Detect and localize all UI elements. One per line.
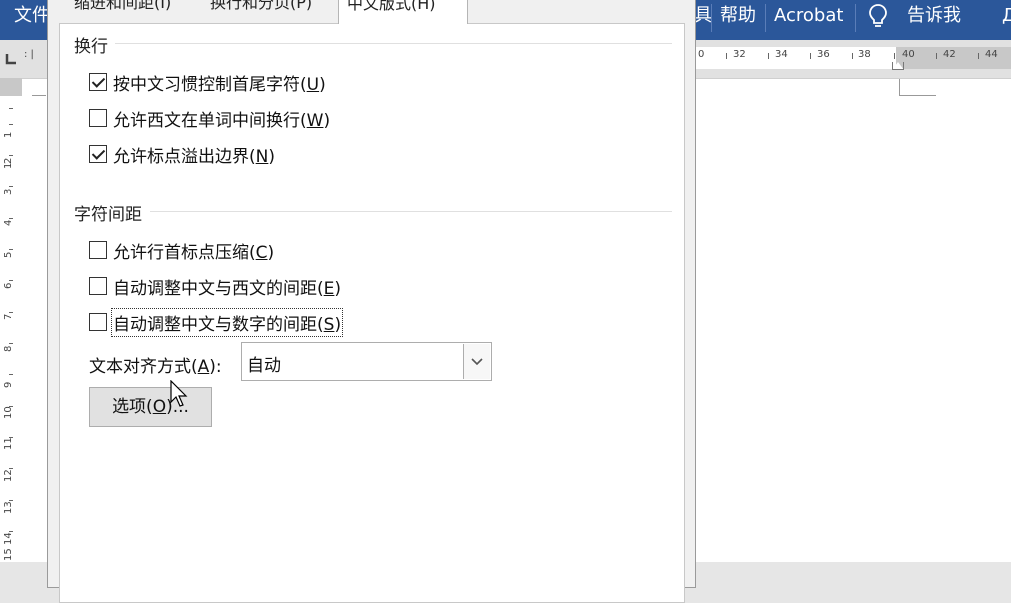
ruler-number: 13 <box>3 501 14 514</box>
checkbox-chinese-first-last-chars[interactable]: 按中文习惯控制首尾字符(U) <box>89 70 326 95</box>
ruler-number: 2 <box>3 157 14 164</box>
checkbox-unchecked-icon[interactable] <box>89 109 107 127</box>
checkbox-checked-icon[interactable] <box>89 73 107 91</box>
asian-typography-panel: 换行 按中文习惯控制首尾字符(U) 允许西文在单词中间换行(W) 允许标点溢出边… <box>59 23 685 603</box>
file-tab[interactable]: 文件 <box>14 4 50 28</box>
ruler-number: 7 <box>3 313 14 320</box>
ruler-tick <box>9 374 13 375</box>
group-divider <box>150 211 672 212</box>
ruler-number: 4 <box>3 219 14 226</box>
ruler-number: 34 <box>775 49 788 60</box>
top-left-margin-mark <box>32 79 46 96</box>
ruler-number: 38 <box>858 49 871 60</box>
help-tab[interactable]: 帮助 <box>720 4 756 28</box>
checkbox-latin-word-wrap[interactable]: 允许西文在单词中间换行(W) <box>89 106 331 131</box>
ruler-number: 32 <box>733 49 746 60</box>
ruler-number: 8 <box>3 345 14 352</box>
group-title-line-break: 换行 <box>74 37 108 57</box>
group-divider <box>115 43 672 44</box>
tab-line-page-breaks[interactable]: 换行和分页(P) <box>202 0 330 24</box>
checkbox-unchecked-icon[interactable] <box>89 277 107 295</box>
ruler-number: 5 <box>3 251 14 258</box>
text-alignment-value: 自动 <box>247 356 281 376</box>
ribbon-separator <box>765 4 766 32</box>
ruler-number: 42 <box>943 49 956 60</box>
ruler-tick <box>810 53 811 59</box>
text-alignment-select[interactable]: 自动 <box>241 342 492 381</box>
ribbon-separator <box>711 4 712 32</box>
lightbulb-icon[interactable] <box>868 3 888 36</box>
ruler-number: 0 <box>698 49 705 60</box>
ruler-tick <box>9 249 13 250</box>
ribbon-separator <box>855 4 856 32</box>
tab-asian-typography[interactable]: 中文版式(H) <box>338 0 468 24</box>
checkbox-hanging-punctuation[interactable]: 允许标点溢出边界(N) <box>89 142 275 167</box>
ruler-tick <box>9 186 13 187</box>
ruler-number: 1 <box>3 131 14 138</box>
ruler-tick <box>936 53 937 59</box>
ruler-tick <box>9 343 13 344</box>
ruler-number: 6 <box>3 282 14 289</box>
ruler-number: 44 <box>985 49 998 60</box>
ribbon-tab-partial[interactable]: 具 <box>694 4 712 28</box>
ruler-tick <box>978 53 979 59</box>
checkbox-unchecked-icon[interactable] <box>89 241 107 259</box>
share-icon[interactable]: Д <box>1002 4 1011 28</box>
dropdown-button[interactable] <box>463 344 490 379</box>
checkbox-label: 自动调整中文与西文的间距(E) <box>113 278 342 299</box>
checkbox-label: 按中文习惯控制首尾字符(U) <box>113 74 326 95</box>
ruler-number-partial: : | <box>24 49 34 60</box>
acrobat-tab[interactable]: Acrobat <box>774 4 843 28</box>
ruler-tick <box>726 53 727 59</box>
checkbox-label: 允许西文在单词中间换行(W) <box>113 110 331 131</box>
tab-indent-spacing[interactable]: 缩进和间距(I) <box>66 0 196 24</box>
tell-me-search[interactable]: 告诉我 <box>907 4 961 28</box>
checkbox-label: 允许行首标点压缩(C) <box>113 242 275 263</box>
ruler-number: 11 <box>3 437 14 450</box>
tab-label: 中文版式(H) <box>347 0 436 13</box>
paragraph-dialog: 缩进和间距(I) 换行和分页(P) 换行 按中文习惯控制首尾字符(U) 允许西文… <box>47 0 696 603</box>
ruler-number: 12 <box>3 469 14 482</box>
text-alignment-label: 文本对齐方式(A): <box>89 357 222 377</box>
top-right-margin-mark <box>899 79 936 96</box>
ruler-tick <box>9 280 13 281</box>
checkbox-label: 自动调整中文与数字的间距(S) <box>110 307 344 337</box>
ruler-number: 14 <box>3 532 14 545</box>
checkbox-space-asian-numbers[interactable]: 自动调整中文与数字的间距(S) <box>89 307 344 337</box>
checkbox-label: 允许标点溢出边界(N) <box>113 146 275 167</box>
checkbox-space-asian-latin[interactable]: 自动调整中文与西文的间距(E) <box>89 274 342 299</box>
ruler-number: 40 <box>902 49 915 60</box>
ruler-tick <box>9 108 13 109</box>
mouse-cursor-icon <box>170 380 188 407</box>
tab-label: 换行和分页(P) <box>210 0 313 12</box>
ruler-tick <box>768 53 769 59</box>
checkbox-unchecked-icon[interactable] <box>89 313 107 331</box>
ruler-tick <box>9 124 13 125</box>
right-indent-marker[interactable] <box>892 62 904 70</box>
ruler-tick <box>894 53 895 59</box>
vertical-ruler-top-margin <box>0 78 22 96</box>
tab-label: 缩进和间距(I) <box>74 0 172 12</box>
ruler-number: 10 <box>3 406 14 419</box>
ruler-number: 36 <box>817 49 830 60</box>
group-title-char-spacing: 字符间距 <box>74 205 142 225</box>
tab-stop-selector[interactable] <box>0 48 22 74</box>
chevron-down-icon <box>471 357 483 365</box>
ruler-tick <box>852 53 853 59</box>
vertical-ruler[interactable]: 1 1 2 3 4 5 6 7 8 9 10 11 12 13 14 15 <box>0 78 23 562</box>
ruler-number: 15 <box>3 548 14 561</box>
checkbox-checked-icon[interactable] <box>89 145 107 163</box>
ruler-number: 9 <box>3 381 14 388</box>
ruler-tick <box>9 155 13 156</box>
checkbox-compress-punctuation[interactable]: 允许行首标点压缩(C) <box>89 238 275 263</box>
ruler-number: 3 <box>3 188 14 195</box>
options-button[interactable]: 选项(O)... <box>89 387 212 427</box>
